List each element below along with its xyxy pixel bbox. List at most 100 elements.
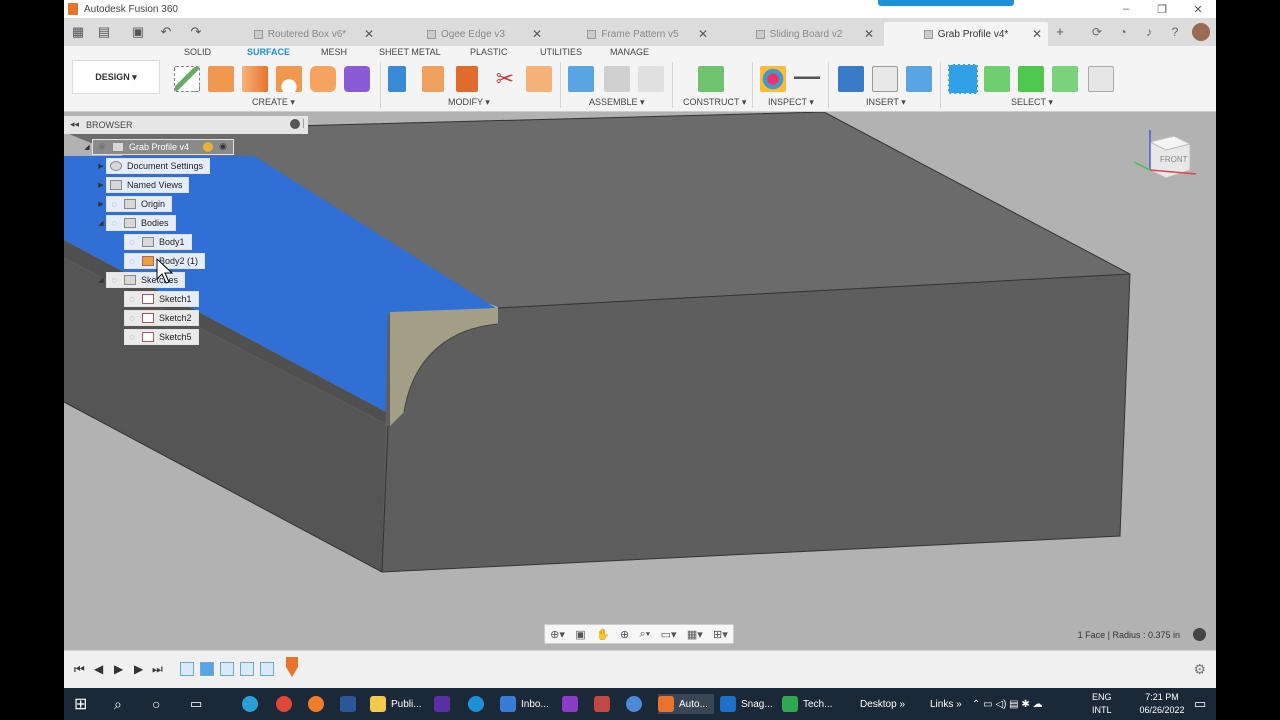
ribbon-tab-manage[interactable]: MANAGE	[610, 47, 649, 57]
ribbon-tab-surface[interactable]: SURFACE	[247, 47, 290, 57]
workspace-switcher[interactable]: DESIGN ▾	[72, 60, 160, 94]
split-scissors-icon[interactable]: ✂	[492, 66, 518, 92]
visibility-eye-icon[interactable]: ◌	[125, 313, 139, 323]
browser-item-bodies[interactable]: ◢ ◌ Bodies	[96, 214, 176, 231]
browser-root-node[interactable]: ◢ ◉ Grab Profile v4 ◉	[82, 138, 234, 155]
window-select-icon[interactable]	[1088, 66, 1114, 92]
select-face-icon[interactable]	[1018, 66, 1044, 92]
browser-item-sketch2[interactable]: ◌ Sketch2	[124, 309, 199, 326]
step-back-icon[interactable]: ◀	[94, 662, 103, 676]
links-toolbar[interactable]: Links »	[930, 694, 962, 714]
file-menu-icon[interactable]: ▤	[96, 24, 112, 40]
visibility-eye-icon[interactable]: ◌	[125, 294, 139, 304]
untrim-icon[interactable]	[456, 66, 478, 92]
clock[interactable]: 7:21 PM 06/26/2022	[1134, 691, 1190, 717]
zoom-icon[interactable]: ⊕	[620, 628, 629, 641]
browser-panel-header[interactable]: ◂◂ BROWSER |	[64, 116, 308, 134]
close-tab-icon[interactable]: ✕	[864, 27, 874, 41]
desktop-toolbar[interactable]: Desktop »	[860, 694, 905, 714]
browser-item-sketch5[interactable]: ◌ Sketch5	[124, 328, 199, 345]
display-settings-icon[interactable]: ▭▾	[661, 628, 677, 641]
viewcube-face-label[interactable]: FRONT	[1160, 155, 1188, 164]
select-icon[interactable]	[948, 64, 978, 94]
task-view-icon[interactable]: ▭	[190, 694, 202, 714]
go-to-end-icon[interactable]: ⏭	[152, 662, 163, 677]
insert-svg-icon[interactable]	[838, 66, 864, 92]
ribbon-tab-solid[interactable]: SOLID	[184, 47, 211, 57]
tab-sliding-board[interactable]: Sliding Board v2 ✕	[718, 22, 880, 46]
help-icon[interactable]: ?	[1166, 23, 1184, 41]
collapse-icon[interactable]: ◂◂	[70, 119, 79, 130]
extrude-icon[interactable]	[208, 66, 234, 92]
create-menu[interactable]: CREATE ▾	[252, 97, 295, 108]
collapse-triangle-icon[interactable]: ◢	[82, 143, 92, 151]
notification-center-icon[interactable]: ▭	[1194, 694, 1206, 714]
canvas-image-icon[interactable]	[906, 66, 932, 92]
tray-icons[interactable]: ⌃ ▭ ◁) ▤ ✱ ☁	[972, 694, 1043, 714]
zebra-analysis-icon[interactable]	[760, 66, 786, 92]
step-forward-icon[interactable]: ▶	[134, 662, 143, 676]
data-panel-grid-icon[interactable]: ▦	[70, 24, 86, 40]
select-edge-icon[interactable]	[1052, 66, 1078, 92]
avatar[interactable]	[1192, 23, 1210, 41]
select-body-icon[interactable]	[984, 66, 1010, 92]
go-to-start-icon[interactable]: ⏮	[74, 662, 85, 677]
browser-item-body1[interactable]: ◌ Body1	[124, 233, 192, 250]
chrome-icon[interactable]	[276, 694, 297, 714]
ribbon-tab-sheet-metal[interactable]: SHEET METAL	[379, 47, 441, 57]
expand-triangle-icon[interactable]: ▶	[96, 181, 106, 189]
select-menu[interactable]: SELECT ▾	[1011, 97, 1053, 108]
timeline-sketch-icon[interactable]	[220, 662, 234, 676]
extensions-icon[interactable]: ⟳	[1088, 23, 1106, 41]
browser-item-sketch1[interactable]: ◌ Sketch1	[124, 290, 199, 307]
browser-item-named-views[interactable]: ▶ Named Views	[96, 176, 190, 193]
new-tab-plus-icon[interactable]: +	[1052, 24, 1068, 40]
zoom-window-icon[interactable]: ⌕▾	[639, 628, 650, 641]
taskbar-app-fusion[interactable]: Auto...	[658, 694, 714, 714]
timeline-marker-icon[interactable]	[286, 657, 298, 677]
browser-minimize-icon[interactable]	[290, 119, 300, 129]
canvas-viewport[interactable]: ◂◂ BROWSER | ◢ ◉ Grab Profile v4 ◉ ▶ Doc…	[64, 112, 1216, 650]
timeline-sketch-icon[interactable]	[180, 662, 194, 676]
press-pull-icon[interactable]	[388, 66, 406, 92]
status-toggle-icon[interactable]	[1193, 628, 1206, 641]
pin-icon[interactable]: |	[302, 118, 305, 129]
activate-icon[interactable]	[203, 141, 214, 152]
edge-browser-icon[interactable]	[242, 694, 263, 714]
media-app-icon[interactable]	[434, 694, 455, 714]
look-at-icon[interactable]: ▣	[575, 628, 585, 641]
create-sketch-icon[interactable]	[174, 66, 200, 92]
close-icon[interactable]: ✕	[1180, 0, 1216, 18]
undo-icon[interactable]: ↶	[158, 24, 174, 40]
modify-menu[interactable]: MODIFY ▾	[448, 97, 490, 108]
pen-app-icon[interactable]	[562, 694, 583, 714]
close-tab-icon[interactable]: ✕	[532, 27, 542, 41]
tab-grab-profile[interactable]: Grab Profile v4* ✕	[884, 22, 1048, 46]
radio-icon[interactable]: ◉	[219, 141, 227, 152]
search-icon[interactable]: ⌕	[114, 694, 122, 714]
visibility-eye-icon[interactable]: ◉	[95, 141, 109, 152]
firefox-icon[interactable]	[308, 694, 329, 714]
ribbon-tab-mesh[interactable]: MESH	[321, 47, 347, 57]
close-tab-icon[interactable]: ✕	[1032, 27, 1042, 41]
taskbar-app-publisher[interactable]: Publi...	[370, 694, 422, 714]
ribbon-tab-utilities[interactable]: UTILITIES	[540, 47, 582, 57]
insert-mesh-icon[interactable]	[872, 66, 898, 92]
timeline-extrude-icon[interactable]	[200, 662, 214, 676]
sweep-icon[interactable]	[276, 66, 302, 92]
new-component-icon[interactable]	[568, 66, 594, 92]
patch-icon[interactable]	[344, 66, 370, 92]
start-windows-icon[interactable]: ⊞	[74, 694, 87, 714]
visibility-eye-icon[interactable]: ◌	[107, 275, 121, 285]
pan-hand-icon[interactable]: ✋	[596, 628, 610, 641]
taskbar-app-techsmith[interactable]: Tech...	[782, 694, 832, 714]
language-indicator[interactable]: ENG INTL	[1092, 691, 1112, 717]
inspect-menu[interactable]: INSPECT ▾	[768, 97, 814, 108]
insert-menu[interactable]: INSERT ▾	[866, 97, 906, 108]
tab-frame-pattern[interactable]: Frame Pattern v5 ✕	[552, 22, 714, 46]
timeline-settings-gear-icon[interactable]: ⚙	[1193, 661, 1206, 678]
snipping-icon[interactable]	[594, 694, 615, 714]
timeline-sweep-icon[interactable]	[240, 662, 254, 676]
ribbon-tab-plastic[interactable]: PLASTIC	[470, 47, 508, 57]
offset-plane-icon[interactable]	[698, 66, 724, 92]
